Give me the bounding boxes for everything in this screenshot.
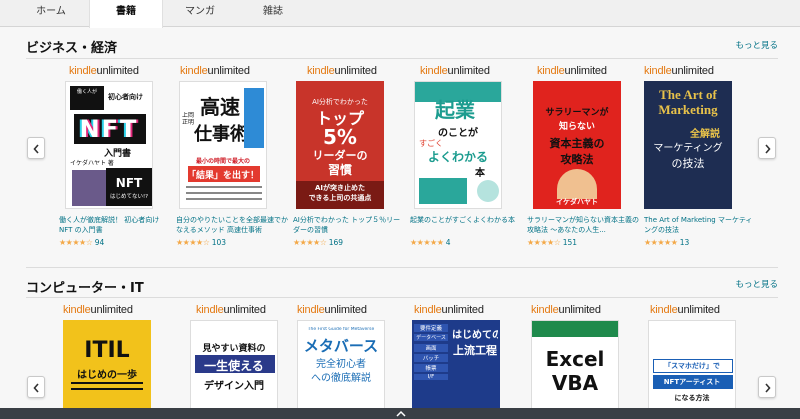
book-card[interactable]: kindleunlimited 要件定義 データベース 画面 バッチ 帳票 I/… <box>410 303 522 419</box>
rating-count: 169 <box>328 238 344 247</box>
book-card[interactable]: kindleunlimited Excel VBA <box>527 303 639 419</box>
book-rating[interactable]: ★★★★★ 4 <box>410 238 522 248</box>
tab-books[interactable]: 書籍 <box>89 0 163 28</box>
book-card[interactable]: kindleunlimited The Art of Marketing マーケ… <box>644 64 756 248</box>
star-rating-icon: ★★★★★ <box>644 238 678 247</box>
book-card[interactable]: kindleunlimited サラリーマンが 知らない 資本主義の 攻略法 イ… <box>527 64 639 248</box>
kindle-unlimited-logo: kindleunlimited <box>531 304 601 316</box>
see-more-link[interactable]: もっと見る <box>735 39 778 51</box>
book-card[interactable]: kindleunlimited ITIL はじめの一歩 <box>59 303 171 419</box>
book-rating[interactable]: ★★★★☆ 169 <box>293 238 405 248</box>
book-cover[interactable]: 上岡正明 高速 仕事術 最小の時間で最大の 「結果」を出す！ <box>179 81 267 209</box>
book-rating[interactable]: ★★★★☆ 151 <box>527 238 639 248</box>
see-more-link[interactable]: もっと見る <box>735 278 778 290</box>
kindle-unlimited-logo: kindleunlimited <box>537 65 607 77</box>
section-business: ビジネス・経済 もっと見る kindleunlimited 働く人が 初心者向け… <box>0 28 800 268</box>
book-cover[interactable]: 働く人が 初心者向け NFT 入門書 イケダハヤト 著 NFT はじめてない!? <box>65 81 153 209</box>
carousel-next-button[interactable] <box>758 137 776 159</box>
book-cover[interactable]: 見やすい資料の 一生使える デザイン入門 <box>190 320 278 419</box>
rating-count: 103 <box>211 238 227 247</box>
star-rating-icon: ★★★★☆ <box>293 238 327 247</box>
star-rating-icon: ★★★★★ <box>410 238 444 247</box>
kindle-unlimited-logo: kindleunlimited <box>420 65 490 77</box>
rating-count: 151 <box>562 238 578 247</box>
book-cover[interactable]: Excel VBA <box>531 320 619 419</box>
section-title: ビジネス・経済 <box>26 41 118 56</box>
book-title[interactable]: 起業のことがすごくよくわかる本 <box>410 215 522 235</box>
star-rating-icon: ★★★★☆ <box>59 238 93 247</box>
book-rating[interactable]: ★★★★☆ 94 <box>59 238 171 248</box>
book-card[interactable]: kindleunlimited AI分析でわかった トップ 5% リーダーの 習… <box>293 64 405 248</box>
kindle-unlimited-logo: kindleunlimited <box>644 65 714 77</box>
book-cover[interactable]: The First Guide for Metaverse メタバース 完全初心… <box>297 320 385 419</box>
book-cover[interactable]: 起業 のことが すごく よくわかる 本 <box>414 81 502 209</box>
kindle-unlimited-logo: kindleunlimited <box>307 65 377 77</box>
book-title[interactable]: 自分のやりたいことを全部最速でかなえるメソッド 高速仕事術 <box>176 215 288 235</box>
kindle-unlimited-logo: kindleunlimited <box>196 304 266 316</box>
book-cover[interactable]: The Art of Marketing マーケティング の技法 全解説 <box>644 81 732 209</box>
carousel-prev-button[interactable] <box>27 137 45 159</box>
section-computer-it: コンピューター・IT もっと見る kindleunlimited ITIL はじ… <box>0 269 800 419</box>
book-card[interactable]: kindleunlimited 起業 のことが すごく よくわかる 本 起業のこ… <box>410 64 522 248</box>
kindle-unlimited-logo: kindleunlimited <box>69 65 139 77</box>
kindle-unlimited-logo: kindleunlimited <box>180 65 250 77</box>
book-card[interactable]: kindleunlimited 「スマホだけ」で NFTアーティスト になる方法 <box>644 303 756 419</box>
section-divider <box>26 267 778 268</box>
chevron-right-icon <box>765 383 771 393</box>
book-cover[interactable]: AI分析でわかった トップ 5% リーダーの 習慣 AIが突き止めた できる上司… <box>296 81 384 209</box>
main-content: ビジネス・経済 もっと見る kindleunlimited 働く人が 初心者向け… <box>0 28 800 419</box>
book-title[interactable]: The Art of Marketing マーケティングの技法 <box>644 215 756 235</box>
section-divider <box>26 58 778 59</box>
book-title[interactable]: サラリーマンが知らない資本主義の攻略法 ～あなたの人生... <box>527 215 639 235</box>
rating-count: 94 <box>94 238 105 247</box>
book-card[interactable]: kindleunlimited 働く人が 初心者向け NFT 入門書 イケダハヤ… <box>59 64 171 248</box>
carousel-next-button[interactable] <box>758 376 776 398</box>
tab-magazines[interactable]: 雑誌 <box>236 0 310 27</box>
tab-manga[interactable]: マンガ <box>163 0 237 27</box>
rating-count: 13 <box>679 238 690 247</box>
category-tab-bar: ホーム 書籍 マンガ 雑誌 <box>0 0 800 28</box>
section-title: コンピューター・IT <box>26 281 144 296</box>
book-cover[interactable]: 「スマホだけ」で NFTアーティスト になる方法 <box>648 320 736 419</box>
star-rating-icon: ★★★★☆ <box>527 238 561 247</box>
book-card[interactable]: kindleunlimited 上岡正明 高速 仕事術 最小の時間で最大の 「結… <box>176 64 288 248</box>
book-cover[interactable]: ITIL はじめの一歩 <box>63 320 151 419</box>
book-card[interactable]: kindleunlimited The First Guide for Meta… <box>293 303 405 419</box>
book-title[interactable]: 働く人が徹底解説！ 初心者向けNFT の入門書 <box>59 215 171 235</box>
book-cover[interactable]: サラリーマンが 知らない 資本主義の 攻略法 イケダハヤト <box>533 81 621 209</box>
star-rating-icon: ★★★★☆ <box>176 238 210 247</box>
section-divider <box>26 297 778 298</box>
bottom-drawer-handle[interactable] <box>0 408 800 419</box>
book-rating[interactable]: ★★★★★ 13 <box>644 238 756 248</box>
kindle-unlimited-logo: kindleunlimited <box>297 304 367 316</box>
book-rating[interactable]: ★★★★☆ 103 <box>176 238 288 248</box>
book-title[interactable]: AI分析でわかった トップ５％リーダーの習慣 <box>293 215 405 235</box>
tab-home[interactable]: ホーム <box>14 0 88 27</box>
chevron-left-icon <box>33 383 39 393</box>
chevron-up-icon <box>396 410 406 417</box>
book-cover[interactable]: 要件定義 データベース 画面 バッチ 帳票 I/F はじめての 上流工程 <box>412 320 500 419</box>
kindle-unlimited-logo: kindleunlimited <box>414 304 484 316</box>
chevron-left-icon <box>33 144 39 154</box>
rating-count: 4 <box>445 238 451 247</box>
kindle-unlimited-logo: kindleunlimited <box>63 304 133 316</box>
chevron-right-icon <box>765 144 771 154</box>
book-card[interactable]: kindleunlimited 見やすい資料の 一生使える デザイン入門 <box>176 303 288 419</box>
carousel-prev-button[interactable] <box>27 376 45 398</box>
kindle-unlimited-logo: kindleunlimited <box>650 304 720 316</box>
